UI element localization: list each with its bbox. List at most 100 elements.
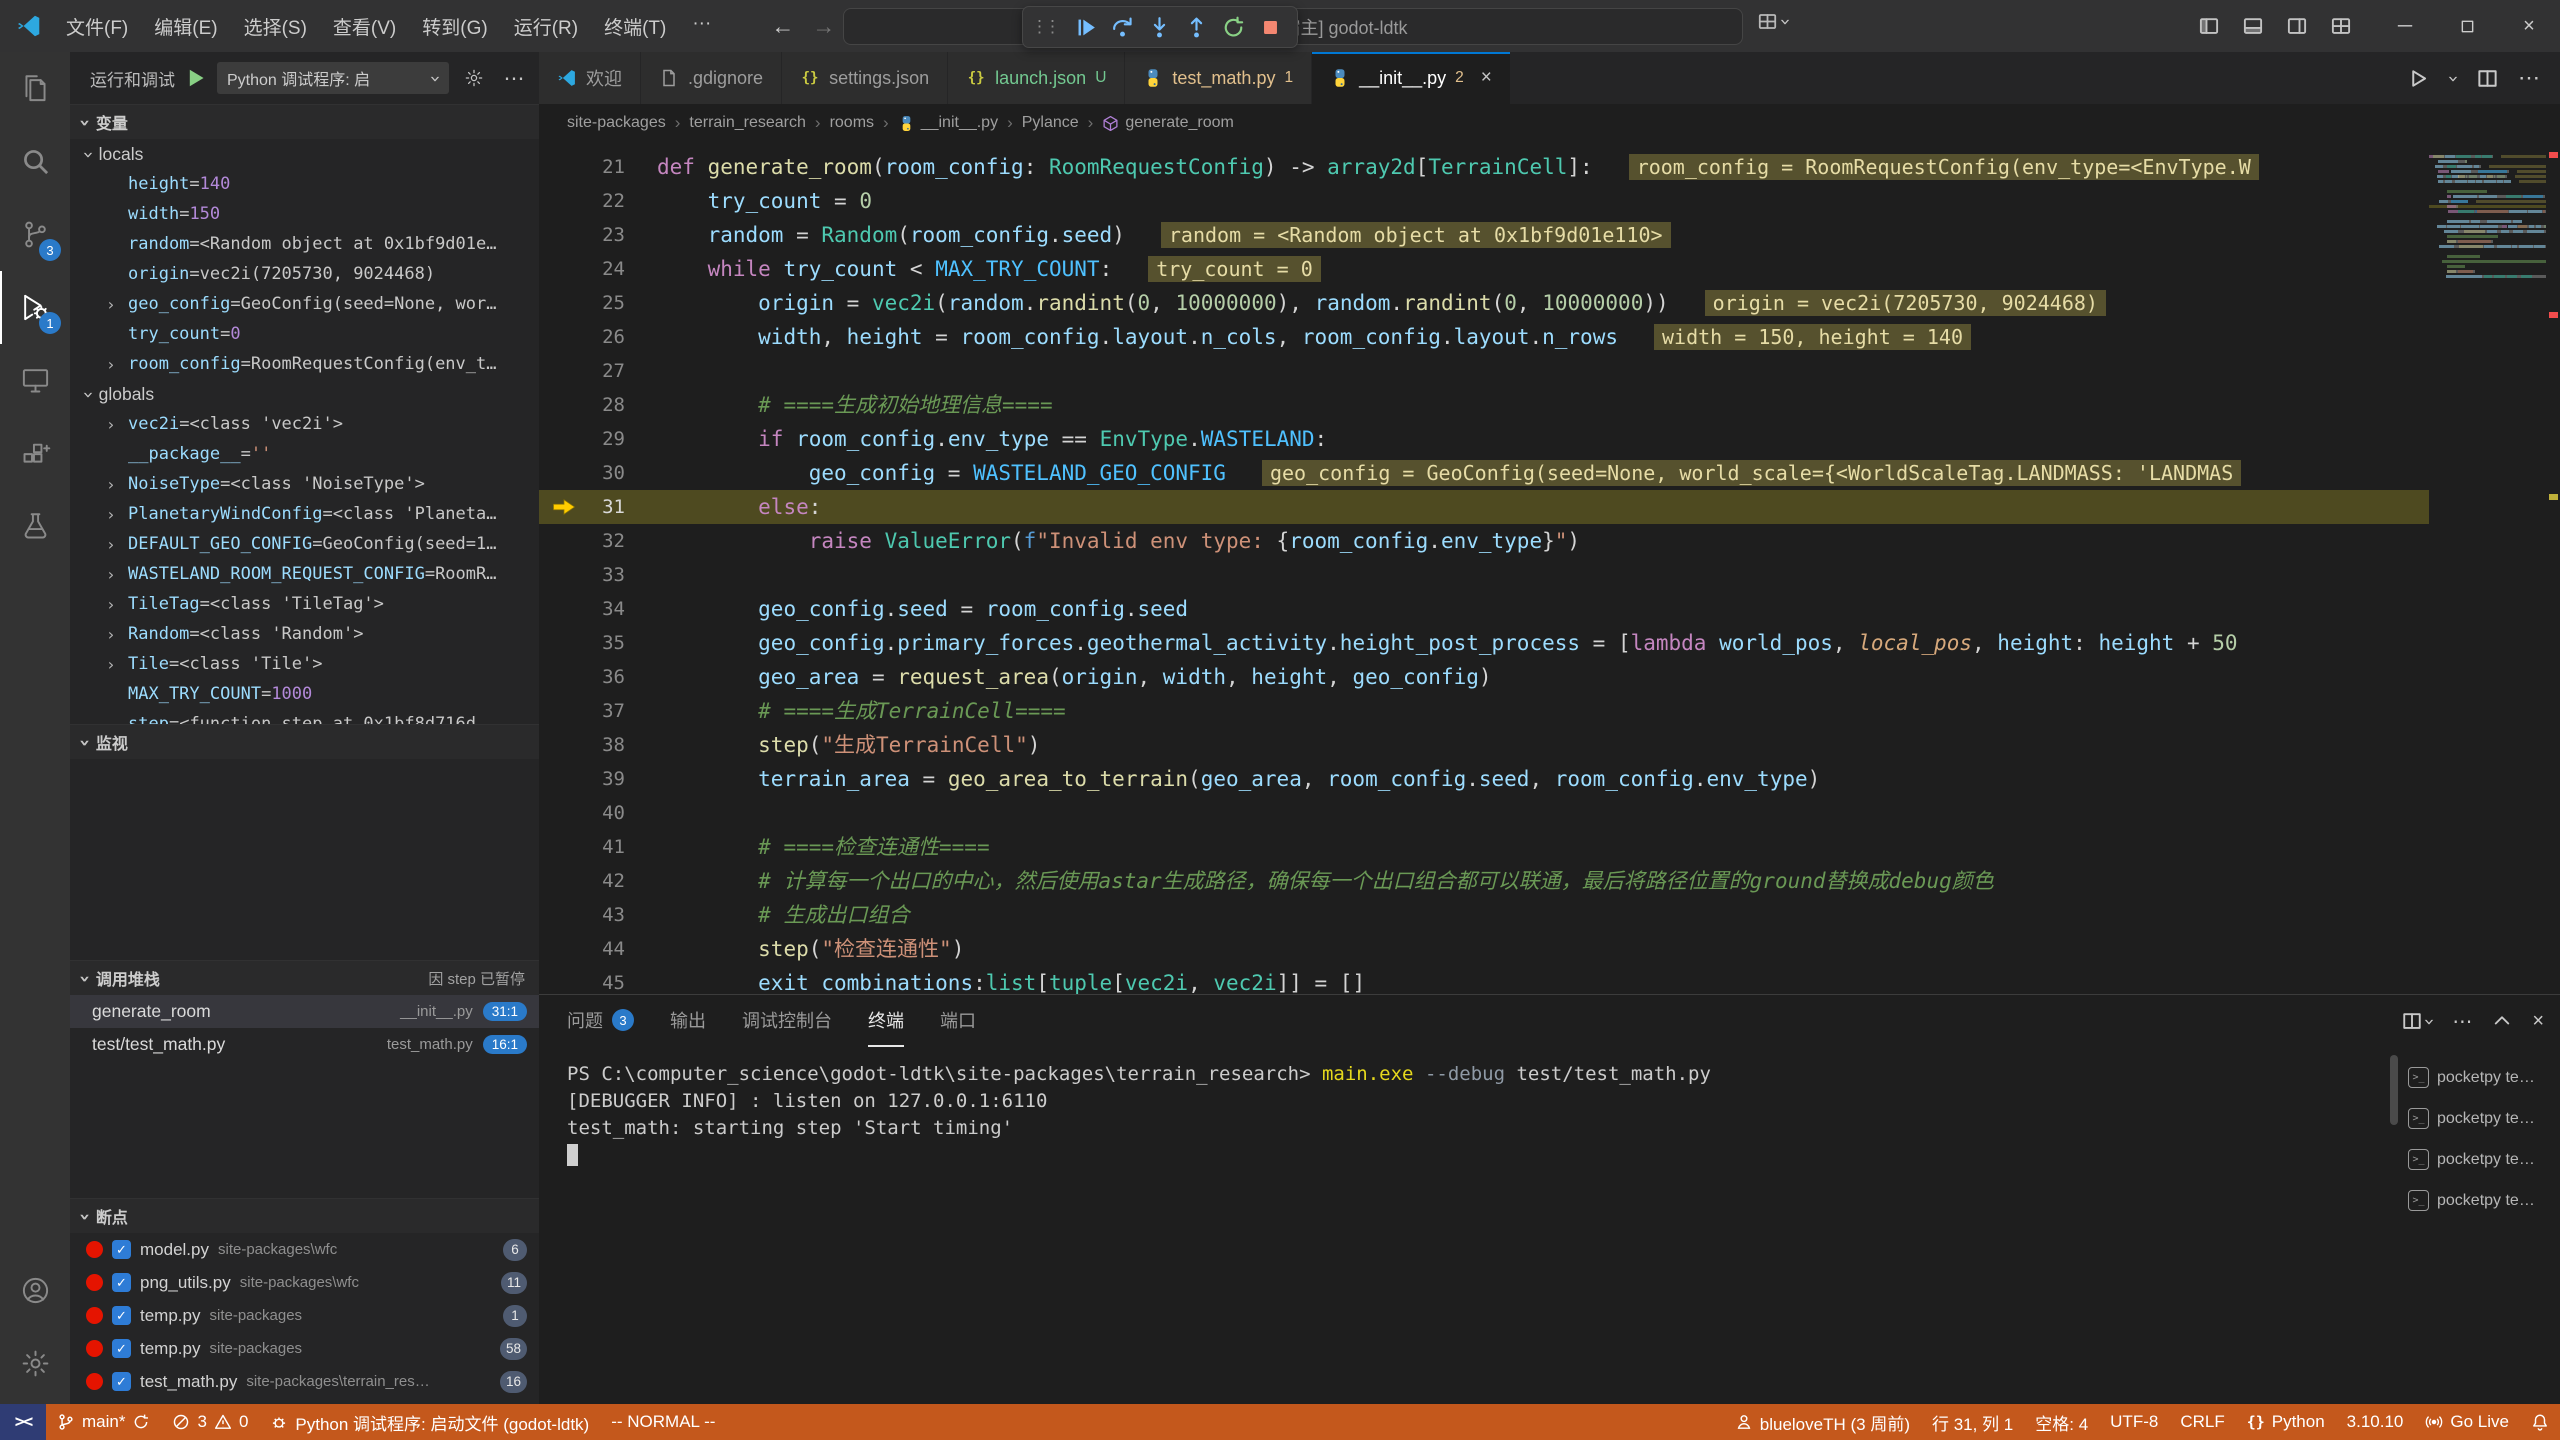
line-number[interactable]: 33 [539, 558, 625, 592]
variable-row[interactable]: ›TileTag = <class 'TileTag'> [70, 589, 539, 619]
checkbox-checked-icon[interactable]: ✓ [112, 1306, 131, 1325]
debug-config-select[interactable]: Python 调试程序: 启 › [217, 62, 449, 94]
tab-settings-json[interactable]: {}settings.json [782, 52, 948, 104]
tab--[interactable]: 欢迎 [539, 52, 641, 104]
maximize-panel-button[interactable] [2492, 1011, 2512, 1031]
split-terminal-button[interactable]: › [2402, 1011, 2433, 1031]
status-vim-mode[interactable]: -- NORMAL -- [600, 1404, 726, 1440]
callstack-frame[interactable]: generate_room__init__.py31:1 [70, 995, 539, 1028]
variable-row[interactable]: __package__ = '' [70, 439, 539, 469]
step-over-button[interactable] [1104, 9, 1141, 45]
line-number[interactable]: 30 [539, 456, 625, 490]
breakpoint-row[interactable]: ✓temp.pysite-packages1 [70, 1299, 539, 1332]
line-number[interactable]: 36 [539, 660, 625, 694]
terminal-scrollbar[interactable] [2388, 1047, 2400, 1404]
status-indentation[interactable]: 空格: 4 [2024, 1404, 2099, 1440]
variable-row[interactable]: ›PlanetaryWindConfig = <class 'Planeta… [70, 499, 539, 529]
close-icon[interactable]: × [1481, 67, 1492, 89]
breakpoints-pane-header[interactable]: › 断点 [70, 1199, 539, 1233]
run-python-file-button[interactable] [2408, 68, 2429, 89]
menu-item[interactable]: 运行(R) [502, 8, 590, 45]
line-number[interactable]: 45 [539, 966, 625, 994]
panel-tab-问题[interactable]: 问题3 [567, 995, 634, 1047]
line-number[interactable]: 21 [539, 150, 625, 184]
menu-item[interactable]: 查看(V) [321, 8, 408, 45]
minimap[interactable] [2429, 142, 2546, 994]
variables-pane-header[interactable]: › 变量 [70, 105, 539, 139]
breadcrumb-item[interactable]: site-packages [567, 114, 666, 132]
menu-item[interactable]: 编辑(E) [142, 8, 229, 45]
variable-row[interactable]: random = <Random object at 0x1bf9d01e… [70, 229, 539, 259]
variable-row[interactable]: ›geo_config = GeoConfig(seed=None, wor… [70, 289, 539, 319]
status-python-version[interactable]: 3.10.10 [2336, 1404, 2415, 1440]
line-number[interactable]: 29 [539, 422, 625, 456]
line-number[interactable]: 25 [539, 286, 625, 320]
line-number[interactable]: 41 [539, 830, 625, 864]
variable-row[interactable]: ›Tile = <class 'Tile'> [70, 649, 539, 679]
panel-tab-调试控制台[interactable]: 调试控制台 [742, 995, 832, 1047]
terminal-list-item[interactable]: >_pocketpy te… [2400, 1180, 2560, 1221]
line-number[interactable]: 38 [539, 728, 625, 762]
editor-more-actions-button[interactable]: ⋯ [2518, 65, 2540, 91]
tab-launch-json[interactable]: {}launch.jsonU [948, 52, 1125, 104]
status-remote-indicator[interactable]: >< [0, 1404, 46, 1440]
status-eol[interactable]: CRLF [2169, 1404, 2235, 1440]
line-number[interactable]: 28 [539, 388, 625, 422]
line-number[interactable]: 20 [539, 142, 625, 150]
variable-row[interactable]: ›Random = <class 'Random'> [70, 619, 539, 649]
breadcrumb-item[interactable]: generate_room [1102, 114, 1234, 132]
window-minimize-button[interactable]: ─ [2374, 0, 2436, 52]
menu-item[interactable]: 选择(S) [232, 8, 319, 45]
variable-row[interactable]: ›vec2i = <class 'vec2i'> [70, 409, 539, 439]
panel-tab-输出[interactable]: 输出 [670, 995, 706, 1047]
terminal-list-item[interactable]: >_pocketpy te… [2400, 1057, 2560, 1098]
toggle-sidebar-right-button[interactable] [2280, 9, 2314, 43]
stop-button[interactable] [1252, 9, 1289, 45]
line-number[interactable]: 44 [539, 932, 625, 966]
breadcrumb-item[interactable]: terrain_research [689, 114, 806, 132]
activitybar-debug[interactable]: 1 [0, 271, 70, 344]
status-language-mode[interactable]: {}Python [2236, 1404, 2336, 1440]
checkbox-checked-icon[interactable]: ✓ [112, 1372, 131, 1391]
checkbox-checked-icon[interactable]: ✓ [112, 1339, 131, 1358]
more-actions-button[interactable]: ⋯ [499, 63, 529, 93]
line-number[interactable]: 27 [539, 354, 625, 388]
window-close-button[interactable]: × [2498, 0, 2560, 52]
activitybar-remote-explorer[interactable] [0, 344, 70, 417]
debug-settings-button[interactable] [459, 63, 489, 93]
line-number[interactable]: 24 [539, 252, 625, 286]
toggle-sidebar-left-button[interactable] [2192, 9, 2226, 43]
status-go-live[interactable]: Go Live [2414, 1404, 2520, 1440]
line-number[interactable]: 42 [539, 864, 625, 898]
menu-item[interactable]: 转到(G) [410, 8, 499, 45]
line-number[interactable]: 40 [539, 796, 625, 830]
nav-forward-icon[interactable]: → [812, 13, 835, 40]
window-maximize-button[interactable] [2436, 0, 2498, 52]
nav-back-icon[interactable]: ← [771, 13, 794, 40]
layout-control[interactable]: › [1758, 12, 1789, 31]
menu-overflow-button[interactable]: ··· [680, 8, 723, 45]
activitybar-testing[interactable] [0, 490, 70, 563]
variable-row[interactable]: ›DEFAULT_GEO_CONFIG = GeoConfig(seed=1… [70, 529, 539, 559]
tab-test_math-py[interactable]: test_math.py1 [1125, 52, 1312, 104]
step-out-button[interactable] [1178, 9, 1215, 45]
line-number[interactable]: 22 [539, 184, 625, 218]
breadcrumb-item[interactable]: __init__.py [898, 114, 998, 132]
status-git-branch[interactable]: main* [46, 1404, 161, 1440]
activitybar-extensions[interactable] [0, 417, 70, 490]
variable-row[interactable]: try_count = 0 [70, 319, 539, 349]
menu-item[interactable]: 文件(F) [54, 8, 140, 45]
terminal-list-item[interactable]: >_pocketpy te… [2400, 1098, 2560, 1139]
activitybar-account[interactable] [0, 1254, 70, 1327]
activitybar-settings[interactable] [0, 1327, 70, 1400]
breakpoint-row[interactable]: ✓temp.pysite-packages58 [70, 1332, 539, 1365]
line-number[interactable]: 23 [539, 218, 625, 252]
restart-button[interactable] [1215, 9, 1252, 45]
activitybar-search[interactable] [0, 125, 70, 198]
breakpoint-row[interactable]: ✓test_math.pysite-packages\terrain_res…1… [70, 1365, 539, 1398]
status-problems[interactable]: 30 [161, 1404, 259, 1440]
panel-tab-端口[interactable]: 端口 [940, 995, 976, 1047]
tab--gdignore[interactable]: .gdignore [641, 52, 782, 104]
tab-__init__-py[interactable]: __init__.py2× [1312, 52, 1511, 104]
status-gitlens-blame[interactable]: blueloveTH (3 周前) [1724, 1404, 1921, 1440]
